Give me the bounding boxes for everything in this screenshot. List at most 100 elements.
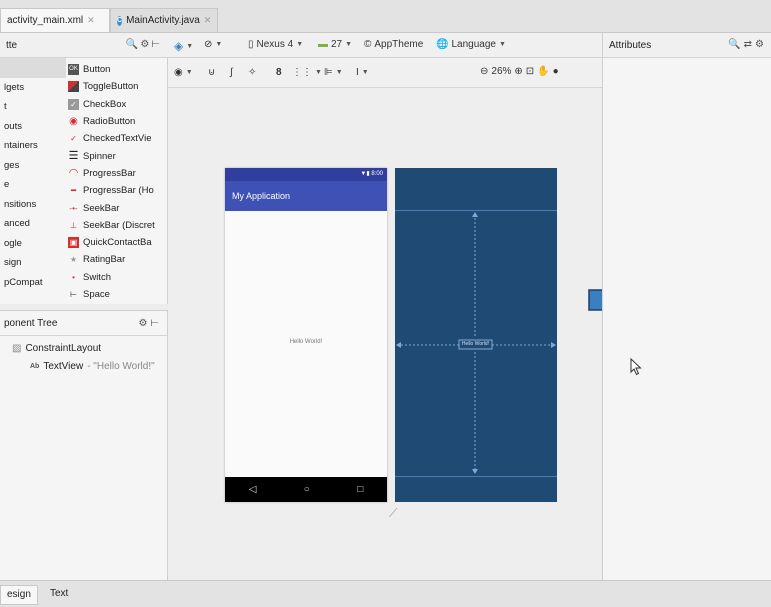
- attributes-header: Attributes 🔍⇄⚙: [603, 33, 771, 58]
- align-dropdown[interactable]: ⊫ ▼: [324, 67, 343, 78]
- attributes-panel: Attributes 🔍⇄⚙: [602, 33, 771, 580]
- widget-label: CheckedTextVie: [83, 133, 152, 145]
- api-level-dropdown[interactable]: ▬ 27 ▼: [318, 39, 352, 50]
- seekbar-icon: -•-: [69, 203, 78, 213]
- attributes-title: Attributes: [609, 39, 652, 51]
- blueprint-preview[interactable]: Hello World!: [395, 168, 557, 502]
- category-item[interactable]: [0, 58, 66, 78]
- widget-button[interactable]: OK Button: [68, 61, 168, 78]
- tab-design[interactable]: esign: [0, 585, 38, 605]
- gear-icon[interactable]: ⚙: [140, 39, 151, 50]
- widget-label: Switch: [83, 271, 111, 283]
- category-item[interactable]: e: [0, 175, 66, 195]
- hello-world-textview[interactable]: Hello World!: [225, 339, 387, 345]
- status-icons: ▼▮: [360, 171, 372, 177]
- widget-progress-bar[interactable]: ◠ ProgressBar: [68, 165, 168, 182]
- category-item[interactable]: ges: [0, 156, 66, 176]
- widget-label: Button: [83, 64, 111, 76]
- widget-seekbar[interactable]: -•- SeekBar: [68, 199, 168, 216]
- tab-activity-main-xml[interactable]: activity_main.xml ✕: [0, 8, 110, 32]
- widget-checked-text-view[interactable]: ✓ CheckedTextVie: [68, 130, 168, 147]
- globe-icon: 🌐: [436, 39, 449, 50]
- widget-rating-bar[interactable]: ★ RatingBar: [68, 251, 168, 268]
- widget-label: CheckBox: [83, 98, 127, 110]
- theme-label: AppTheme: [374, 39, 424, 50]
- zoom-controls: ⊖ 26% ⊕ ⊡ ✋ ●: [480, 66, 559, 77]
- quick-contact-icon: ▣: [68, 237, 79, 249]
- ok-button-icon: OK: [68, 64, 79, 76]
- attributes-tools: 🔍⇄⚙: [728, 39, 767, 50]
- widget-quick-contact-badge[interactable]: ▣ QuickContactBa: [68, 234, 168, 251]
- mouse-cursor-icon: [630, 358, 642, 376]
- pan-hand-icon[interactable]: ✋: [537, 66, 549, 77]
- orientation-dropdown[interactable]: ⊘ ▼: [204, 39, 222, 50]
- widget-switch[interactable]: • Switch: [68, 269, 168, 286]
- widget-radio-button[interactable]: ◉ RadioButton: [68, 113, 168, 130]
- category-item[interactable]: nsitions: [0, 195, 66, 215]
- tree-tools: ⚙ ⊢: [139, 318, 159, 329]
- category-item[interactable]: t: [0, 97, 66, 117]
- editor-tab-bar: activity_main.xml ✕ C MainActivity.java …: [0, 0, 771, 33]
- zoom-fit-icon[interactable]: ⊡: [526, 66, 534, 77]
- category-item[interactable]: sign: [0, 253, 66, 273]
- close-icon[interactable]: ✕: [87, 15, 95, 26]
- design-mode-dropdown[interactable]: ◈ ▼: [174, 39, 193, 53]
- zoom-out-icon[interactable]: ⊖: [480, 66, 488, 77]
- align-icon: ⊫: [324, 67, 333, 78]
- theme-dropdown[interactable]: © AppTheme: [364, 39, 423, 50]
- widget-label: QuickContactBa: [83, 237, 152, 249]
- palette-category-list: lgets t outs ntainers ges e nsitions anc…: [0, 58, 66, 292]
- resize-handle-icon[interactable]: ⟋: [389, 506, 397, 521]
- category-item[interactable]: pCompat: [0, 273, 66, 293]
- device-preview[interactable]: ▼▮ 8:00 My Application Hello World! ◁ ○ …: [225, 168, 387, 502]
- tree-node-constraint-layout[interactable]: ▨ ConstraintLayout: [0, 336, 167, 354]
- infer-constraints-button[interactable]: ✧: [248, 67, 256, 78]
- palette-header: tte 🔍⚙⊢: [0, 33, 168, 58]
- constraint-arrow-bottom: [472, 469, 478, 474]
- close-icon[interactable]: ✕: [204, 15, 212, 26]
- widget-spinner[interactable]: ☰ Spinner: [68, 147, 168, 164]
- widget-checkbox[interactable]: ✓ CheckBox: [68, 96, 168, 113]
- gear-icon[interactable]: ⚙: [755, 39, 767, 50]
- collapse-icon[interactable]: ⊢: [150, 318, 159, 329]
- widget-label: ToggleButton: [83, 81, 139, 93]
- category-item[interactable]: ntainers: [0, 136, 66, 156]
- category-item[interactable]: anced: [0, 214, 66, 234]
- widget-space[interactable]: ⊢ Space: [68, 286, 168, 303]
- tree-node-textview[interactable]: Ab TextView - "Hello World!": [0, 354, 167, 372]
- autoconnect-toggle[interactable]: ⊍: [208, 67, 215, 78]
- clear-constraints-icon: ∫: [230, 67, 233, 78]
- tab-text[interactable]: Text: [44, 585, 74, 605]
- navigation-bar: ◁ ○ □: [225, 477, 387, 502]
- swap-icon[interactable]: ⇄: [744, 39, 755, 50]
- guidelines-dropdown[interactable]: I ▼: [356, 67, 369, 78]
- category-item[interactable]: ogle: [0, 234, 66, 254]
- widget-toggle-button[interactable]: ToggleButton: [68, 78, 168, 95]
- pack-icon: ⋮⋮: [292, 67, 312, 78]
- clear-constraints-button[interactable]: ∫: [230, 67, 233, 78]
- phone-icon: ▯: [248, 39, 254, 50]
- view-options-dropdown[interactable]: ◉ ▼: [174, 67, 193, 78]
- zoom-in-icon[interactable]: ⊕: [514, 66, 522, 77]
- constraint-arrow-right: [551, 342, 556, 348]
- spinner-icon: ☰: [68, 149, 79, 162]
- tab-main-activity-java[interactable]: C MainActivity.java ✕: [110, 8, 218, 32]
- gear-icon[interactable]: ⚙: [139, 318, 148, 329]
- warning-icon[interactable]: ●: [553, 66, 559, 77]
- widget-label: Space: [83, 289, 110, 300]
- search-icon[interactable]: 🔍: [126, 39, 140, 50]
- collapse-icon[interactable]: ⊢: [151, 39, 162, 50]
- device-label: Nexus 4: [256, 39, 294, 50]
- device-dropdown[interactable]: ▯ Nexus 4 ▼: [248, 39, 303, 50]
- category-item[interactable]: lgets: [0, 78, 66, 98]
- default-margin-button[interactable]: 8: [276, 67, 282, 78]
- back-icon: ◁: [248, 484, 257, 495]
- category-item[interactable]: outs: [0, 117, 66, 137]
- widget-seekbar-discrete[interactable]: ⊥ SeekBar (Discret: [68, 217, 168, 234]
- search-icon[interactable]: 🔍: [728, 39, 743, 50]
- pack-dropdown[interactable]: ⋮⋮ ▼: [292, 67, 322, 78]
- api-label: 27: [331, 39, 343, 50]
- widget-progress-bar-horizontal[interactable]: ━ ProgressBar (Ho: [68, 182, 168, 199]
- language-dropdown[interactable]: 🌐 Language ▼: [436, 39, 506, 50]
- tab-label: activity_main.xml: [7, 15, 84, 26]
